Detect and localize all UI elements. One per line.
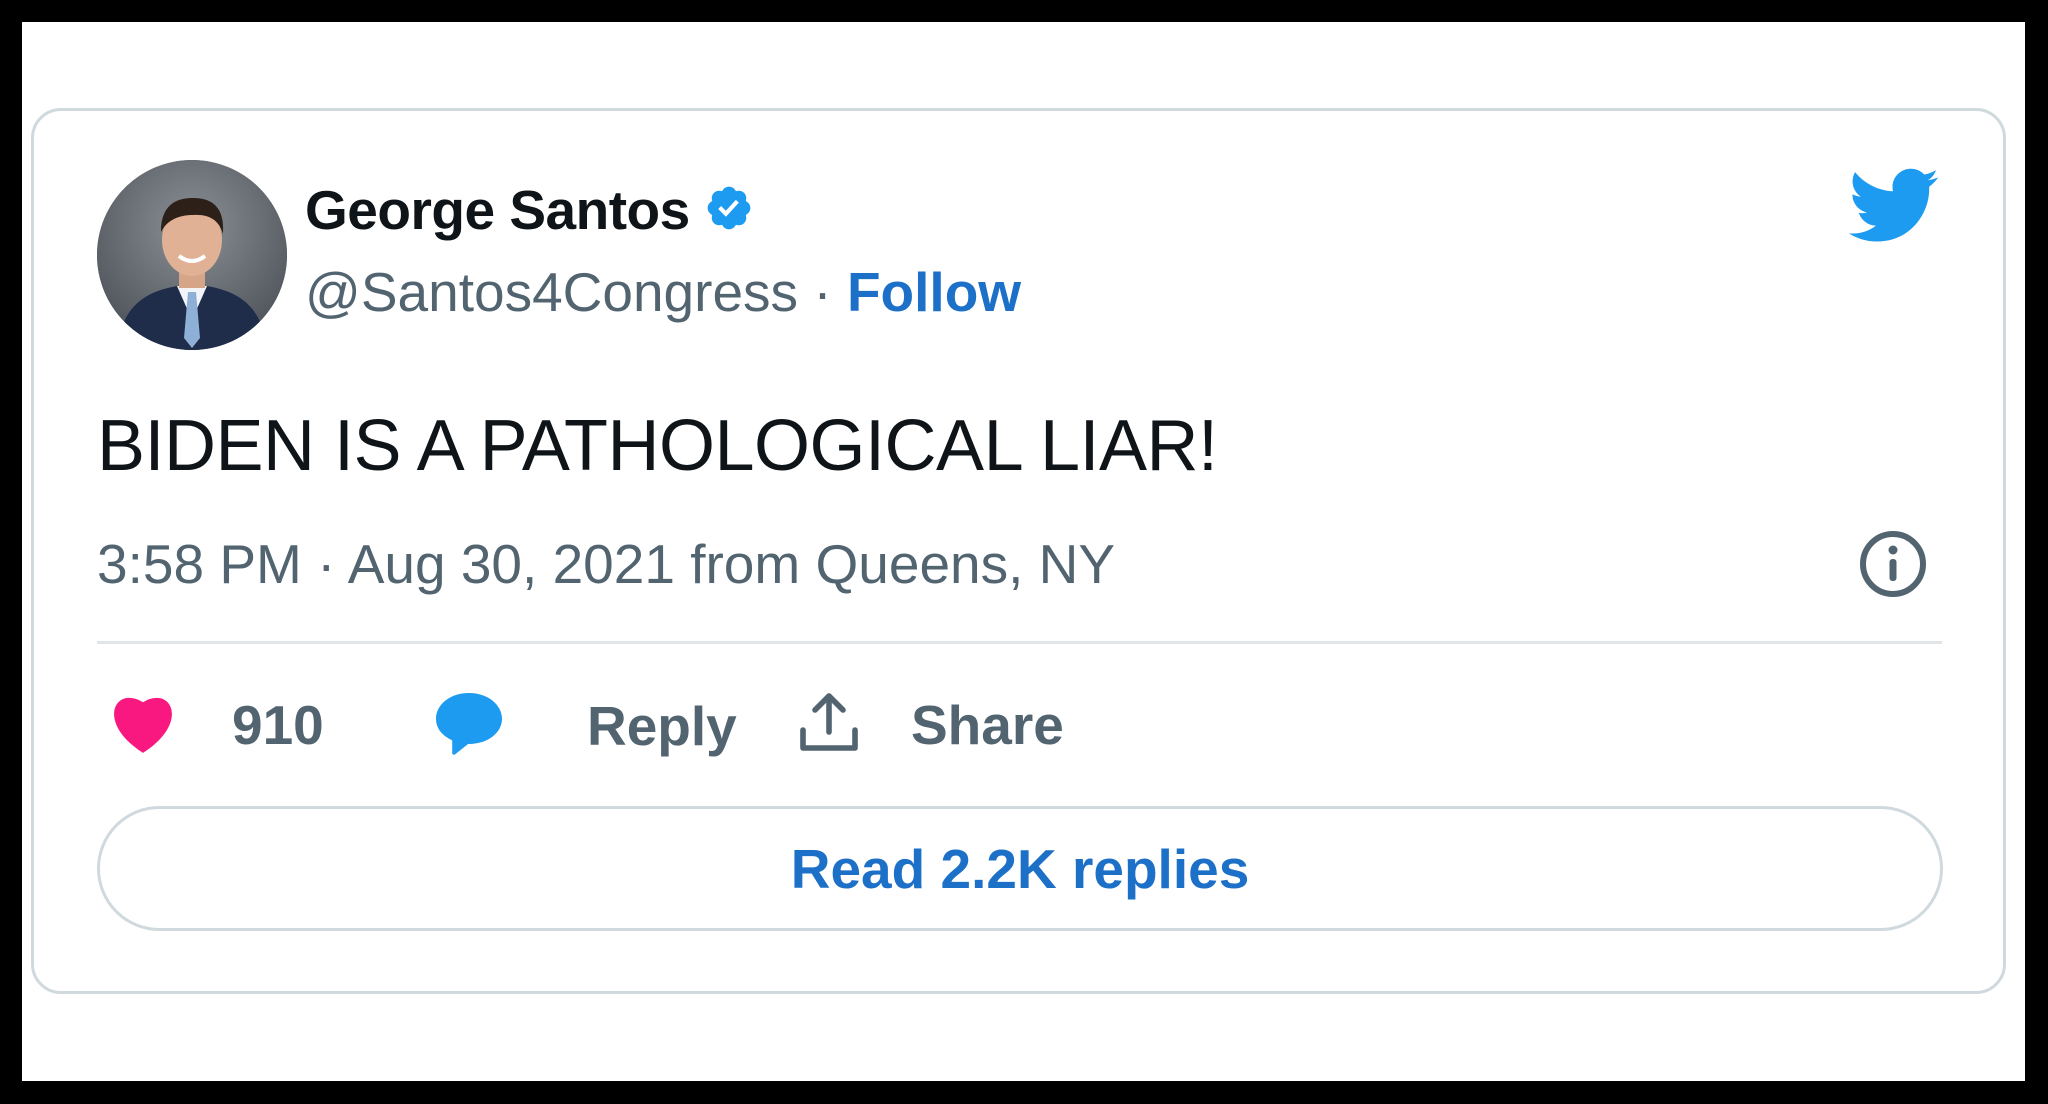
read-replies-button[interactable]: Read 2.2K replies — [97, 806, 1943, 931]
tweet-date[interactable]: Aug 30, 2021 — [348, 533, 675, 595]
like-button[interactable]: 910 — [108, 690, 324, 759]
tweet-text: BIDEN IS A PATHOLOGICAL LIAR! — [97, 406, 1218, 486]
info-circle-icon[interactable] — [1857, 528, 1929, 605]
verified-badge-icon — [704, 183, 754, 238]
avatar-photo — [97, 160, 287, 350]
tweet-time[interactable]: 3:58 PM — [97, 533, 302, 595]
upload-arrow-icon — [797, 690, 861, 759]
tweet-location: from Queens, NY — [690, 533, 1116, 595]
reply-button[interactable]: Reply — [433, 690, 737, 761]
heart-icon — [108, 690, 178, 759]
author-name-row: George Santos — [305, 178, 754, 242]
tweet-meta: 3:58 PM · Aug 30, 2021 from Queens, NY — [97, 532, 1115, 596]
author-handle[interactable]: @Santos4Congress — [305, 261, 798, 323]
speech-bubble-icon — [433, 690, 505, 761]
divider — [97, 641, 1942, 644]
share-button[interactable]: Share — [797, 690, 1064, 759]
handle-separator: · — [813, 261, 832, 323]
reply-label: Reply — [587, 694, 737, 757]
meta-separator: · — [317, 533, 336, 595]
follow-button[interactable]: Follow — [847, 261, 1021, 323]
avatar[interactable] — [97, 160, 287, 350]
share-label: Share — [911, 693, 1064, 756]
twitter-bird-icon[interactable] — [1846, 166, 1940, 249]
like-count: 910 — [232, 693, 324, 756]
author-name[interactable]: George Santos — [305, 178, 690, 242]
author-handle-row: @Santos4Congress · Follow — [305, 260, 1021, 324]
